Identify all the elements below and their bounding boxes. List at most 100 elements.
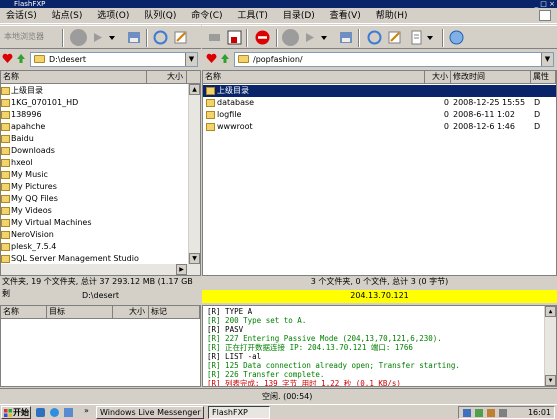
disconnect-icon[interactable] [226,29,243,46]
col-size[interactable]: 大小 [147,71,187,84]
download-icon[interactable] [338,29,355,46]
menu-help[interactable]: 帮助(H) [370,8,414,24]
refresh-remote-icon[interactable] [366,29,383,46]
task-flashfxp-label: FlashFXP [212,408,248,417]
list-item[interactable]: My Videos [1,205,186,217]
list-item[interactable]: My Music [1,169,186,181]
file-name: 138996 [11,110,42,119]
col-modified[interactable]: 修改时间 [451,71,531,84]
list-item[interactable]: 上级目录 [1,85,186,97]
log-scrollbar[interactable]: ▲ ▼ [544,306,556,386]
right-path-input[interactable]: /popfashion/ ▼ [234,52,554,67]
edit-remote-icon[interactable] [386,29,403,46]
log-line: [R] TYPE A [207,307,253,316]
menu-session[interactable]: 会话(S) [0,8,43,24]
heart-icon[interactable] [206,53,217,64]
queue-col-size[interactable]: 大小 [113,306,149,319]
list-item[interactable]: 1KG_070101_HD [1,97,186,109]
up-arrow-icon[interactable] [16,53,26,64]
dropdown-arrow-icon[interactable] [108,29,116,46]
queue-col-flag[interactable]: 标记 [149,306,200,319]
file-name: 1KG_070101_HD [11,98,79,107]
ie-icon[interactable] [50,408,59,417]
task-flashfxp[interactable]: FlashFXP [208,406,270,419]
list-item[interactable]: 138996 [1,109,186,121]
list-item[interactable]: plesk_7.5.4 [1,241,186,253]
folder-icon [1,159,10,167]
chevron-down-icon[interactable]: ▼ [185,53,197,66]
col-size[interactable]: 大小 [425,71,451,84]
list-item[interactable]: NeroVision [1,229,186,241]
connect-icon[interactable] [206,29,223,46]
page-icon[interactable] [408,29,425,46]
scroll-up-icon[interactable]: ▲ [545,306,556,317]
left-vertical-scrollbar[interactable]: ▲ ▼ [188,84,200,264]
menu-right-box[interactable] [539,10,551,21]
tray-icon[interactable] [487,409,495,417]
file-name: My Virtual Machines [11,218,92,227]
file-name: wwwroot [217,122,253,131]
list-item[interactable]: My QQ Files [1,193,186,205]
list-item[interactable]: 上级目录 [203,85,556,97]
list-item[interactable]: apahche [1,121,186,133]
globe-icon[interactable] [448,29,465,46]
list-item[interactable]: hxeol [1,157,186,169]
stop-remote-icon[interactable] [282,29,299,46]
transfer-icon[interactable] [302,29,319,46]
menu-commands[interactable]: 命令(C) [185,8,228,24]
right-path-bar: /popfashion/ ▼ [202,51,557,69]
list-item[interactable]: My Pictures [1,181,186,193]
tray-icon[interactable] [463,409,471,417]
folder-icon [1,255,10,263]
list-item[interactable]: logfile 0 2008-6-11 1:02 D [203,109,556,121]
scroll-right-icon[interactable]: ▶ [176,264,187,275]
left-horizontal-scrollbar[interactable]: ▶ [1,264,200,275]
list-item[interactable]: database 0 2008-12-25 15:55 D [203,97,556,109]
desktop-icon[interactable] [36,408,45,417]
forward-icon[interactable] [90,29,107,46]
refresh-icon[interactable] [152,29,169,46]
queue-col-target[interactable]: 目标 [47,306,113,319]
task-messenger-label: Windows Live Messenger [100,408,201,417]
transfer-dropdown-icon[interactable] [320,29,328,46]
left-path-bar: D:\desert ▼ [0,51,201,69]
col-attr[interactable]: 属性 [531,71,556,84]
abort-icon[interactable] [254,29,271,46]
system-tray: 16:01 [458,406,555,419]
file-name: NeroVision [11,230,54,239]
list-item[interactable]: wwwroot 0 2008-12-6 1:46 D [203,121,556,133]
menu-sites[interactable]: 站点(S) [46,8,89,24]
list-item[interactable]: Baidu [1,133,186,145]
menu-tools[interactable]: 工具(T) [231,8,274,24]
remote-file-list: 名称 大小 修改时间 属性 上级目录 database 0 2008-12-25 15… [202,70,557,276]
list-item[interactable]: Downloads [1,145,186,157]
tray-icon[interactable] [499,409,507,417]
task-messenger[interactable]: Windows Live Messenger [96,406,204,419]
quicklaunch-icon[interactable] [64,408,73,417]
scroll-down-icon[interactable]: ▼ [189,253,200,264]
menu-view[interactable]: 查看(V) [324,8,367,24]
queue-col-name[interactable]: 名称 [1,306,47,319]
up-arrow-icon[interactable] [220,53,230,64]
chevron-down-icon[interactable]: ▼ [541,53,553,66]
page-dropdown-icon[interactable] [426,29,434,46]
list-item[interactable]: My Virtual Machines [1,217,186,229]
tray-icon[interactable] [475,409,483,417]
folder-icon [34,55,45,63]
upload-icon[interactable] [126,29,143,46]
col-name[interactable]: 名称 [203,71,425,84]
heart-icon[interactable] [2,53,13,64]
menu-options[interactable]: 选项(O) [91,8,135,24]
menu-directory[interactable]: 目录(D) [277,8,321,24]
window-controls[interactable]: _ □ × [535,0,555,8]
taskbar-chevron-icon[interactable]: » [84,406,89,415]
start-label: 开始 [13,408,29,417]
edit-icon[interactable] [172,29,189,46]
scroll-down-icon[interactable]: ▼ [545,375,556,386]
menu-queue[interactable]: 队列(Q) [138,8,182,24]
col-name[interactable]: 名称 [1,71,147,84]
start-button[interactable]: 开始 [1,406,31,419]
scroll-up-icon[interactable]: ▲ [189,84,200,95]
stop-icon[interactable] [70,29,87,46]
left-path-input[interactable]: D:\desert ▼ [30,52,198,67]
